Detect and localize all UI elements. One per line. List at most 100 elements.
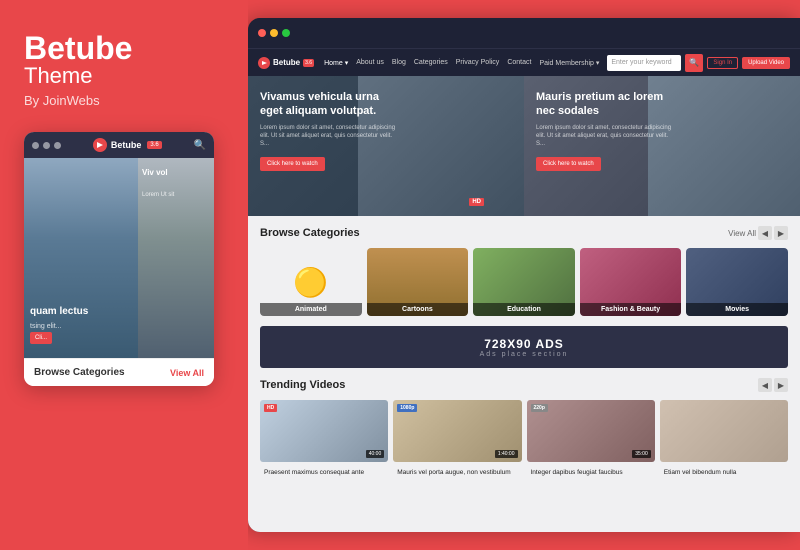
category-cartoons-label: Cartoons bbox=[367, 303, 469, 316]
nav-logo-area: Betube 3.6 bbox=[258, 57, 314, 69]
mobile-search-icon[interactable]: 🔍 bbox=[194, 140, 206, 151]
category-education[interactable]: Education bbox=[473, 248, 575, 316]
mobile-dot-1 bbox=[32, 142, 39, 149]
hero-hd-badge: HD bbox=[469, 198, 484, 206]
hero-right: Mauris pretium ac lorem nec sodales Lore… bbox=[524, 76, 800, 216]
nav-blog[interactable]: Blog bbox=[388, 59, 410, 66]
mobile-footer: Browse Categories View All bbox=[24, 358, 214, 386]
hero-left-title: Vivamus vehicula urna eget aliquam volut… bbox=[260, 90, 400, 119]
nav-signin-button[interactable]: Sign In bbox=[707, 57, 738, 69]
category-fashion[interactable]: Fashion & Beauty bbox=[580, 248, 682, 316]
mobile-dot-2 bbox=[43, 142, 50, 149]
hero-left-content: Vivamus vehicula urna eget aliquam volut… bbox=[260, 90, 400, 171]
categories-prev-btn[interactable]: ◀ bbox=[758, 226, 772, 240]
window-dot-red bbox=[258, 29, 266, 37]
mobile-window-dots bbox=[32, 142, 61, 149]
hero-right-content: Mauris pretium ac lorem nec sodales Lore… bbox=[536, 90, 676, 171]
nav-categories[interactable]: Categories bbox=[410, 59, 452, 66]
nav-paid-membership[interactable]: Paid Membership ▾ bbox=[535, 59, 603, 67]
trending-next-btn[interactable]: ▶ bbox=[774, 378, 788, 392]
categories-viewall-label[interactable]: View All bbox=[728, 229, 756, 238]
nav-play-icon bbox=[258, 57, 270, 69]
mobile-hero-left-sub: tsing elit... bbox=[30, 323, 62, 330]
trending-badge-1: HD bbox=[264, 404, 277, 412]
trending-title: Trending Videos bbox=[260, 379, 345, 391]
nav-badge: 3.6 bbox=[303, 59, 314, 67]
brand-subtitle: Theme bbox=[24, 63, 224, 89]
category-cartoons[interactable]: Cartoons bbox=[367, 248, 469, 316]
nav-upload-button[interactable]: Upload Video bbox=[742, 57, 790, 69]
hero-section: Vivamus vehicula urna eget aliquam volut… bbox=[248, 76, 800, 216]
trending-title-4: Etiam vel bibendum nulla bbox=[660, 466, 788, 477]
category-fashion-label: Fashion & Beauty bbox=[580, 303, 682, 316]
mobile-badge: 3.6 bbox=[147, 141, 161, 149]
nav-about[interactable]: About us bbox=[352, 59, 388, 66]
ads-subtitle: Ads place section bbox=[480, 351, 569, 358]
desktop-window-header bbox=[248, 18, 800, 48]
trending-title-2: Mauris vel porta augue, non vestibulum bbox=[393, 466, 521, 477]
nav-contact[interactable]: Contact bbox=[503, 59, 535, 66]
trending-item-3[interactable]: 220p 35:00 bbox=[527, 400, 655, 462]
nav-home[interactable]: Home ▾ bbox=[320, 59, 352, 67]
trending-item-4[interactable] bbox=[660, 400, 788, 462]
hero-right-title: Mauris pretium ac lorem nec sodales bbox=[536, 90, 676, 119]
desktop-navbar: Betube 3.6 Home ▾ About us Blog Categori… bbox=[248, 48, 800, 76]
window-dot-yellow bbox=[270, 29, 278, 37]
nav-search-placeholder: Enter your keyword bbox=[611, 59, 671, 66]
hero-right-btn[interactable]: Click here to watch bbox=[536, 157, 601, 171]
mobile-preview-card: Betube 3.6 🔍 quam lectus tsing elit... C… bbox=[24, 132, 214, 386]
mobile-content: quam lectus tsing elit... Cli... Viv vol… bbox=[24, 158, 214, 358]
mobile-header: Betube 3.6 🔍 bbox=[24, 132, 214, 158]
mobile-browse-categories-label: Browse Categories bbox=[34, 367, 125, 378]
trending-time-2: 1:40:00 bbox=[495, 450, 518, 458]
trending-badge-3: 220p bbox=[531, 404, 548, 412]
mobile-hero-left-title: quam lectus bbox=[30, 306, 88, 318]
nav-privacy[interactable]: Privacy Policy bbox=[452, 59, 504, 66]
desktop-preview: Betube 3.6 Home ▾ About us Blog Categori… bbox=[248, 18, 800, 532]
nav-search-field[interactable]: Enter your keyword bbox=[607, 55, 681, 71]
nav-logo-text: Betube bbox=[273, 58, 300, 67]
hero-left-btn[interactable]: Click here to watch bbox=[260, 157, 325, 171]
trending-badge-2: 1080p bbox=[397, 404, 417, 412]
brand-by: By JoinWebs bbox=[24, 93, 224, 108]
trending-prev-btn[interactable]: ◀ bbox=[758, 378, 772, 392]
mobile-logo-row: Betube 3.6 bbox=[93, 138, 162, 152]
left-panel: Betube Theme By JoinWebs Betube 3.6 🔍 qu… bbox=[0, 0, 248, 550]
category-animated-label: Animated bbox=[260, 303, 362, 316]
nav-search-button[interactable]: 🔍 bbox=[685, 54, 703, 72]
trending-item-1[interactable]: HD 40:00 bbox=[260, 400, 388, 462]
categories-title: Browse Categories bbox=[260, 227, 360, 239]
trending-title-3: Integer dapibus feugiat faucibus bbox=[527, 466, 655, 477]
category-movies-label: Movies bbox=[686, 303, 788, 316]
category-movies[interactable]: Movies bbox=[686, 248, 788, 316]
ads-banner: 728X90 ADS Ads place section bbox=[260, 326, 788, 368]
trending-title-1: Praesent maximus consequat ante bbox=[260, 466, 388, 477]
categories-header: Browse Categories View All ◀ ▶ bbox=[260, 226, 788, 240]
window-dot-green bbox=[282, 29, 290, 37]
mobile-hero-right-title: Viv vol bbox=[142, 168, 168, 178]
mobile-play-icon bbox=[93, 138, 107, 152]
categories-grid: 🟡 Animated Cartoons Education Fashion & … bbox=[260, 248, 788, 316]
categories-next-btn[interactable]: ▶ bbox=[774, 226, 788, 240]
brand-title: Betube bbox=[24, 30, 224, 67]
trending-item-2[interactable]: 1080p 1:40:00 bbox=[393, 400, 521, 462]
mobile-hero-left-btn[interactable]: Cli... bbox=[30, 332, 52, 344]
category-animated[interactable]: 🟡 Animated bbox=[260, 248, 362, 316]
hero-right-desc: Lorem ipsum dolor sit amet, consectetur … bbox=[536, 124, 676, 149]
mobile-hero-right-sub: Lorem Ut sit bbox=[142, 192, 174, 198]
trending-grid: HD 40:00 1080p 1:40:00 220p 35:00 bbox=[260, 400, 788, 462]
mobile-logo-text: Betube bbox=[111, 140, 142, 150]
trending-time-3: 35:00 bbox=[632, 450, 651, 458]
mobile-dot-3 bbox=[54, 142, 61, 149]
mobile-view-all-link[interactable]: View All bbox=[170, 368, 204, 378]
desktop-window-dots bbox=[258, 29, 290, 37]
hero-left: Vivamus vehicula urna eget aliquam volut… bbox=[248, 76, 524, 216]
hero-left-desc: Lorem ipsum dolor sit amet, consectetur … bbox=[260, 124, 400, 149]
trending-time-1: 40:00 bbox=[366, 450, 385, 458]
trending-nav: ◀ ▶ bbox=[758, 378, 788, 392]
ads-title: 728X90 ADS bbox=[484, 337, 564, 351]
mobile-hero-right: Viv vol Lorem Ut sit bbox=[138, 158, 214, 358]
trending-header: Trending Videos ◀ ▶ bbox=[260, 378, 788, 392]
categories-viewall: View All ◀ ▶ bbox=[728, 226, 788, 240]
main-content: Browse Categories View All ◀ ▶ 🟡 Animate… bbox=[248, 216, 800, 532]
